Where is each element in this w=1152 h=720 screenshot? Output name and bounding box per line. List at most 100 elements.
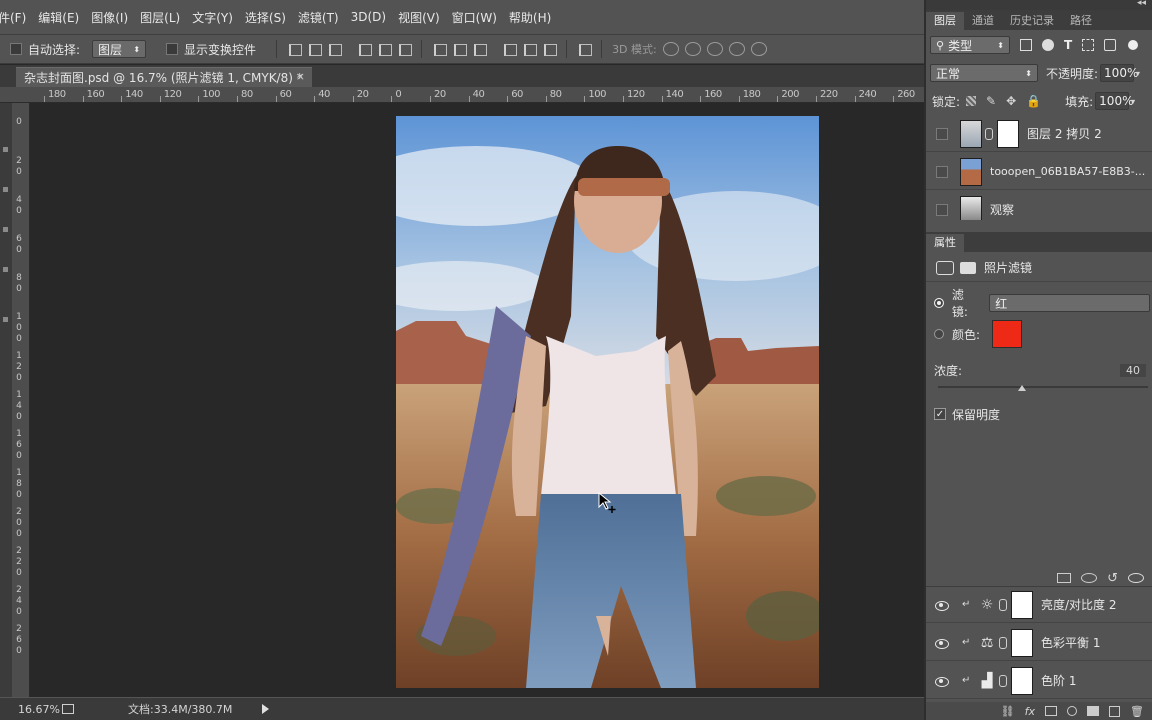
drag-3d-icon[interactable] [706,42,723,56]
tab-properties[interactable]: 属性 [926,234,964,252]
layer-mask-thumbnail[interactable] [997,119,1019,148]
menu-window[interactable]: 窗口(W) [446,9,503,26]
new-group-icon[interactable] [1087,706,1100,716]
lock-pixels-icon[interactable]: ✎ [986,94,996,108]
scale-3d-icon[interactable] [750,42,767,56]
fx-icon[interactable]: fx [1025,705,1035,718]
mask-icon[interactable] [960,261,976,274]
distribute-hcenter-icon[interactable] [522,42,538,56]
tab-paths[interactable]: 路径 [1062,12,1100,30]
distribute-vcenter-icon[interactable] [452,42,468,56]
tab-channels[interactable]: 通道 [964,12,1002,30]
layer-row[interactable]: ↵ ⚖ 色彩平衡 1 [926,625,1152,661]
layer-row[interactable]: 图层 2 拷贝 2 [926,116,1152,152]
opacity-arrow-icon[interactable]: ▾ [1136,69,1140,78]
menu-type[interactable]: 文字(Y) [186,9,239,26]
show-transform-checkbox[interactable] [166,43,179,55]
lock-position-icon[interactable]: ✥ [1006,94,1016,108]
menu-layer[interactable]: 图层(L) [134,9,186,26]
auto-align-icon[interactable] [577,42,593,56]
layer-filter-dropdown[interactable]: ⚲ 类型 ⬍ [930,36,1010,54]
document-image[interactable] [396,116,819,688]
color-radio[interactable] [934,329,944,339]
align-vcenter-icon[interactable] [307,42,323,56]
tool-icon[interactable] [3,317,8,322]
auto-select-checkbox[interactable] [10,43,22,55]
density-value[interactable]: 40 [1120,363,1146,377]
tab-layers[interactable]: 图层 [926,12,964,30]
layer-row[interactable]: ↵ ☼ 亮度/对比度 2 [926,587,1152,623]
distribute-left-icon[interactable] [502,42,518,56]
visibility-toggle-icon[interactable] [934,676,950,687]
filter-toggle-icon[interactable] [1128,40,1139,50]
add-mask-icon[interactable] [1045,706,1058,716]
layer-mask-thumbnail[interactable] [1011,590,1033,619]
status-menu-arrow-icon[interactable] [262,704,270,714]
smart-object-filter-icon[interactable] [1104,39,1117,51]
visibility-icon[interactable] [1128,573,1144,583]
view-previous-icon[interactable] [1081,573,1098,583]
auto-select-dropdown[interactable]: 图层 ⬍ [92,40,147,58]
layer-mask-thumbnail[interactable] [1011,628,1033,657]
new-adjustment-icon[interactable] [1067,706,1078,716]
preserve-checkbox[interactable]: ✓ [934,408,946,420]
lock-all-icon[interactable]: 🔒 [1026,94,1041,108]
adjustment-filter-icon[interactable] [1042,39,1054,51]
color-swatch[interactable] [992,320,1023,348]
visibility-toggle-icon[interactable] [934,600,950,611]
menu-help[interactable]: 帮助(H) [503,9,557,26]
tool-icon[interactable] [3,227,8,232]
collapse-icon[interactable]: ◂◂ [1137,0,1146,8]
pixel-filter-icon[interactable] [1020,39,1032,51]
tool-icon[interactable] [3,267,8,272]
shape-filter-icon[interactable] [1082,39,1095,51]
layer-row[interactable]: 观察 [926,192,1152,220]
export-icon[interactable] [62,704,74,714]
visibility-toggle-icon[interactable] [934,203,950,216]
clip-to-layer-icon[interactable] [1057,573,1072,583]
align-hcenter-icon[interactable] [377,42,393,56]
link-layers-icon[interactable]: ⛓ [1001,705,1015,718]
menu-select[interactable]: 选择(S) [239,9,292,26]
lock-transparent-icon[interactable] [966,96,977,106]
layer-row[interactable]: tooopen_06B1BA57-E8B3-... [926,154,1152,190]
layer-row[interactable]: ↵ ▟ 色阶 1 [926,663,1152,699]
density-slider-track[interactable] [938,386,1148,388]
visibility-toggle-icon[interactable] [934,165,950,178]
type-filter-icon[interactable]: T [1064,38,1072,52]
filter-radio[interactable] [934,298,944,308]
zoom-level[interactable]: 16.67% [18,703,60,716]
align-top-icon[interactable] [287,42,303,56]
filter-dropdown[interactable]: 红 [989,294,1150,312]
roll-3d-icon[interactable] [684,42,701,56]
fill-arrow-icon[interactable]: ▾ [1131,97,1135,106]
menu-image[interactable]: 图像(I) [85,9,134,26]
new-layer-icon[interactable] [1109,705,1121,717]
menu-edit[interactable]: 编辑(E) [32,9,85,26]
menu-filter[interactable]: 滤镜(T) [292,9,345,26]
density-slider-thumb[interactable] [1018,385,1026,391]
menu-view[interactable]: 视图(V) [392,9,446,26]
rotate-3d-icon[interactable] [662,42,679,56]
reset-icon[interactable]: ↺ [1107,571,1118,586]
opacity-input[interactable]: 100% [1100,64,1138,82]
tool-icon[interactable] [3,147,8,152]
delete-icon[interactable]: 🗑 [1130,705,1144,718]
align-bottom-icon[interactable] [327,42,343,56]
distribute-top-icon[interactable] [432,42,448,56]
menu-3d[interactable]: 3D(D) [345,10,392,24]
document-tab[interactable]: 杂志封面图.psd @ 16.7% (照片滤镜 1, CMYK/8) * × [16,67,312,87]
slide-3d-icon[interactable] [728,42,745,56]
menu-file[interactable]: 件(F) [0,9,32,26]
close-icon[interactable]: × [296,70,305,83]
layer-mask-thumbnail[interactable] [1011,666,1033,695]
visibility-toggle-icon[interactable] [934,127,950,140]
align-right-icon[interactable] [397,42,413,56]
distribute-right-icon[interactable] [542,42,558,56]
blend-mode-dropdown[interactable]: 正常 ⬍ [930,64,1038,82]
visibility-toggle-icon[interactable] [934,638,950,649]
align-left-icon[interactable] [357,42,373,56]
tool-icon[interactable] [3,187,8,192]
fill-input[interactable]: 100% [1095,92,1133,110]
distribute-bottom-icon[interactable] [472,42,488,56]
